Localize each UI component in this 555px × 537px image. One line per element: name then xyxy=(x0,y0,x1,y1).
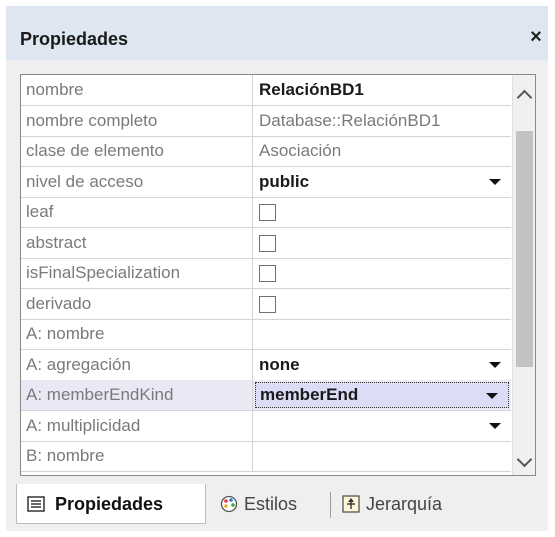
scroll-up-button[interactable] xyxy=(513,83,535,107)
dropdown-arrow-icon[interactable] xyxy=(489,423,501,429)
property-checkbox[interactable] xyxy=(259,265,276,282)
chevron-up-icon xyxy=(516,89,533,106)
property-value[interactable]: Asociación xyxy=(253,136,511,166)
property-name: A: agregación xyxy=(21,350,253,380)
property-name: clase de elemento xyxy=(21,136,253,166)
property-name: A: multiplicidad xyxy=(21,411,253,441)
panel-title: Propiedades xyxy=(20,29,129,49)
tab-jerarquia[interactable]: Jerarquía xyxy=(338,484,468,524)
property-row[interactable]: A: multiplicidad xyxy=(21,411,511,442)
property-name: A: nombre xyxy=(21,319,253,349)
tab-propiedades-label: Propiedades xyxy=(55,494,164,514)
property-row[interactable]: A: agregación none xyxy=(21,350,511,381)
property-checkbox[interactable] xyxy=(259,204,276,221)
property-row[interactable]: abstract xyxy=(21,228,511,259)
property-checkbox[interactable] xyxy=(259,296,276,313)
property-value[interactable] xyxy=(253,228,511,258)
property-name: isFinalSpecialization xyxy=(21,258,253,288)
property-value[interactable]: Database::RelaciónBD1 xyxy=(253,106,511,136)
vertical-scrollbar[interactable] xyxy=(512,75,535,475)
property-grid: nombre RelaciónBD1 nombre completo Database… xyxy=(20,74,536,476)
property-value[interactable]: RelaciónBD1 xyxy=(253,75,511,105)
property-name: abstract xyxy=(21,228,253,258)
scrollbar-thumb[interactable] xyxy=(516,131,533,367)
property-value[interactable] xyxy=(253,411,511,441)
property-row[interactable]: clase de elemento Asociación xyxy=(21,136,511,167)
property-row[interactable]: nombre completo Database::RelaciónBD1 xyxy=(21,106,511,137)
property-row[interactable]: B: nombre xyxy=(21,441,511,472)
property-row[interactable]: A: memberEndKind memberEnd xyxy=(21,380,511,411)
property-value[interactable] xyxy=(253,441,511,471)
chevron-down-icon xyxy=(516,451,533,468)
property-name: nombre completo xyxy=(21,106,253,136)
property-name: nivel de acceso xyxy=(21,167,253,197)
property-dropdown-focused[interactable]: memberEnd xyxy=(255,382,509,408)
scroll-down-button[interactable] xyxy=(513,451,535,475)
property-name: derivado xyxy=(21,289,253,319)
dropdown-arrow-icon[interactable] xyxy=(486,393,498,399)
property-value[interactable] xyxy=(253,319,511,349)
property-value[interactable]: none xyxy=(253,350,511,380)
tab-propiedades[interactable]: Propiedades xyxy=(16,484,206,524)
property-value[interactable] xyxy=(253,258,511,288)
property-name: B: nombre xyxy=(21,441,253,471)
dropdown-value: public xyxy=(259,172,310,191)
property-name: nombre xyxy=(21,75,253,105)
property-name: A: memberEndKind xyxy=(21,380,253,410)
close-button[interactable]: × xyxy=(526,26,546,48)
dropdown-arrow-icon[interactable] xyxy=(489,179,501,185)
property-row[interactable]: isFinalSpecialization xyxy=(21,258,511,289)
property-value[interactable] xyxy=(253,197,511,227)
properties-panel: Propiedades × nombre RelaciónBD1 nombre co… xyxy=(6,6,548,531)
dropdown-value: none xyxy=(259,355,300,374)
tab-estilos[interactable]: Estilos xyxy=(216,484,326,524)
property-row[interactable]: nivel de acceso public xyxy=(21,167,511,198)
dropdown-arrow-icon[interactable] xyxy=(489,362,501,368)
tab-separator xyxy=(330,492,331,518)
property-row[interactable]: derivado xyxy=(21,289,511,320)
hierarchy-icon xyxy=(342,495,360,513)
property-name: leaf xyxy=(21,197,253,227)
list-icon xyxy=(27,496,45,512)
dropdown-value: memberEnd xyxy=(260,385,359,404)
value-text: Asociación xyxy=(259,141,342,160)
property-value[interactable] xyxy=(253,289,511,319)
tab-jerarquia-label: Jerarquía xyxy=(366,494,443,514)
value-text: RelaciónBD1 xyxy=(259,80,364,99)
property-row[interactable]: leaf xyxy=(21,197,511,228)
property-row[interactable]: nombre RelaciónBD1 xyxy=(21,75,511,106)
property-value[interactable]: public xyxy=(253,167,511,197)
value-text: Database::RelaciónBD1 xyxy=(259,111,441,130)
property-value[interactable]: memberEnd xyxy=(253,380,511,410)
panel-titlebar: Propiedades × xyxy=(6,6,548,60)
property-row[interactable]: A: nombre xyxy=(21,319,511,350)
tab-estilos-label: Estilos xyxy=(244,494,298,514)
tab-bar: Propiedades Estilos Jerarquía xyxy=(6,484,548,531)
palette-icon xyxy=(220,495,238,513)
property-checkbox[interactable] xyxy=(259,235,276,252)
